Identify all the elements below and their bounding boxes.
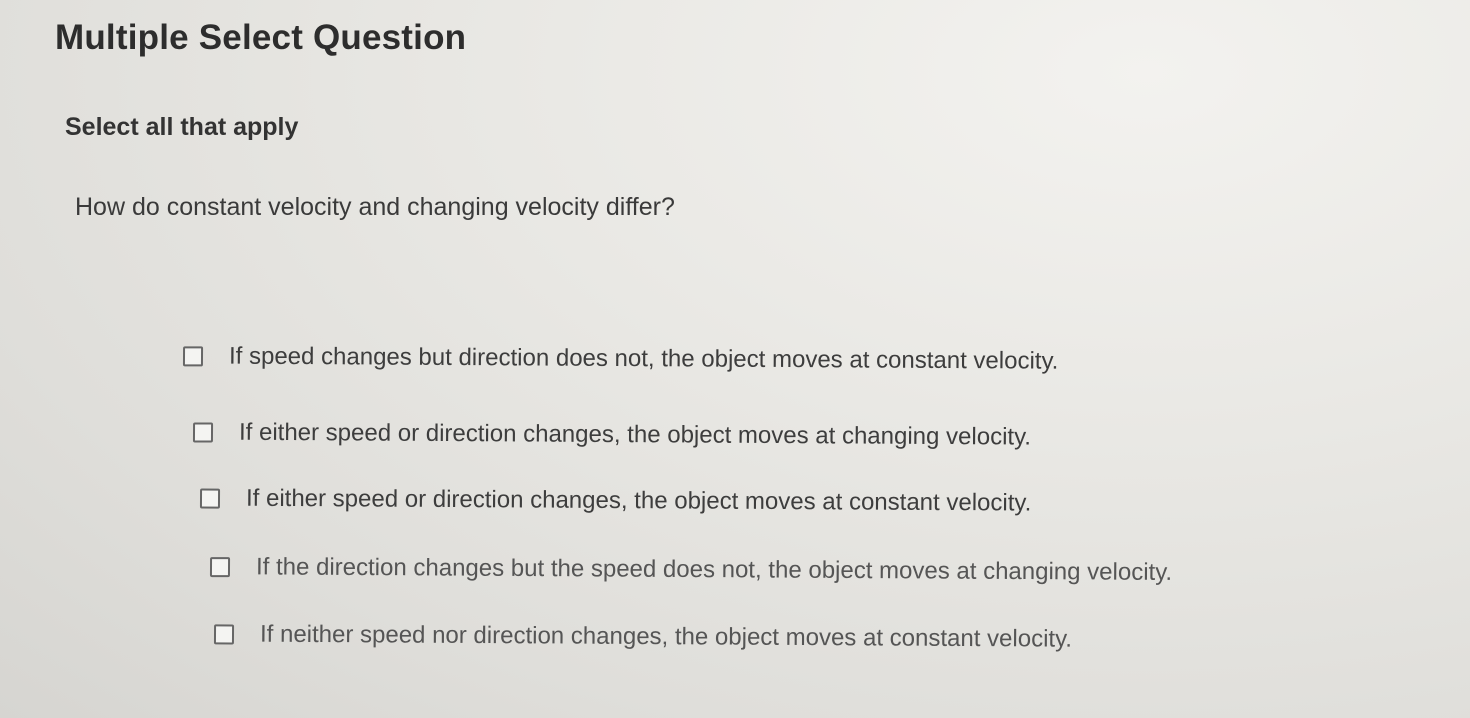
answer-checkbox[interactable] (213, 624, 235, 645)
answer-label[interactable]: If the direction changes but the speed d… (256, 553, 1172, 587)
question-prompt: How do constant velocity and changing ve… (75, 193, 675, 221)
answer-label[interactable]: If either speed or direction changes, th… (239, 419, 1031, 452)
question-page: Multiple Select Question Select all that… (0, 0, 1470, 718)
answer-option[interactable]: If either speed or direction changes, th… (192, 418, 1031, 452)
answer-option[interactable]: If neither speed nor direction changes, … (213, 620, 1072, 654)
answer-label[interactable]: If either speed or direction changes, th… (246, 485, 1031, 518)
answer-option[interactable]: If speed changes but direction does not,… (182, 342, 1059, 376)
answer-option[interactable]: If the direction changes but the speed d… (209, 553, 1172, 587)
question-type-heading: Multiple Select Question (55, 18, 467, 57)
answer-checkbox[interactable] (192, 422, 214, 443)
answer-label[interactable]: If neither speed nor direction changes, … (260, 621, 1072, 654)
instruction-text: Select all that apply (65, 113, 299, 141)
answer-option[interactable]: If either speed or direction changes, th… (199, 484, 1031, 518)
answer-checkbox[interactable] (209, 557, 231, 578)
answer-label[interactable]: If speed changes but direction does not,… (229, 343, 1059, 376)
answer-checkbox[interactable] (199, 488, 221, 509)
answer-checkbox[interactable] (182, 346, 204, 367)
